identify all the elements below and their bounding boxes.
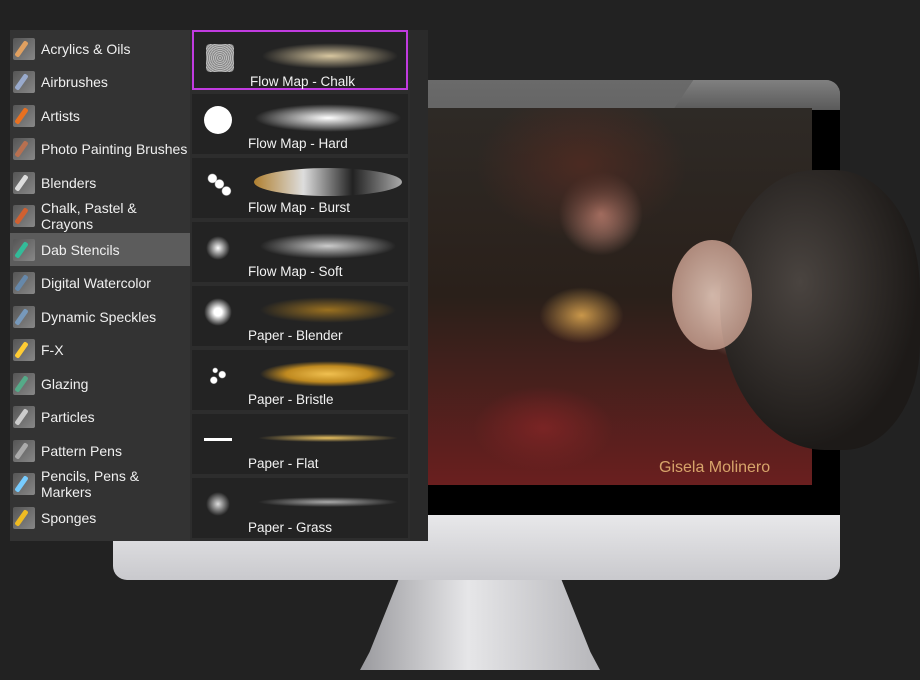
artwork-face bbox=[672, 240, 752, 350]
brush-variant-card[interactable]: Flow Map - Soft bbox=[192, 222, 408, 282]
brush-variant-card[interactable]: Paper - Blender bbox=[192, 286, 408, 346]
dab-stencil-icon bbox=[13, 238, 35, 261]
brush-variant-card[interactable]: Flow Map - Hard bbox=[192, 94, 408, 154]
category-item[interactable]: Digital Watercolor bbox=[10, 267, 190, 300]
dab-preview-icon bbox=[204, 490, 232, 518]
category-item[interactable]: Photo Painting Brushes bbox=[10, 133, 190, 166]
dab-preview-icon bbox=[204, 362, 232, 390]
category-label: Acrylics & Oils bbox=[41, 40, 131, 57]
category-label: Dynamic Speckles bbox=[41, 308, 157, 325]
category-item[interactable]: Chalk, Pastel & Crayons bbox=[10, 200, 190, 233]
category-item[interactable]: Pattern Pens bbox=[10, 434, 190, 467]
brush-variant-label: Flow Map - Chalk bbox=[250, 74, 356, 89]
watercolor-icon bbox=[13, 272, 35, 294]
sponge-icon bbox=[13, 506, 35, 529]
category-item[interactable]: Artists bbox=[10, 99, 190, 132]
category-item[interactable]: Dab Stencils bbox=[10, 233, 190, 266]
glazing-icon bbox=[13, 372, 35, 395]
chalk-icon bbox=[13, 205, 35, 227]
particles-icon bbox=[13, 406, 35, 428]
brush-variant-label: Paper - Grass bbox=[248, 520, 333, 535]
dab-preview-icon bbox=[204, 234, 232, 262]
category-label: Airbrushes bbox=[41, 74, 108, 90]
speckles-icon bbox=[13, 305, 35, 328]
stroke-preview bbox=[254, 168, 402, 196]
category-item[interactable]: Airbrushes bbox=[10, 66, 190, 99]
category-label: Digital Watercolor bbox=[41, 275, 151, 291]
artwork-signature: Gisela Molinero bbox=[659, 459, 771, 476]
category-label: Pattern Pens bbox=[41, 442, 122, 459]
category-item[interactable]: Acrylics & Oils bbox=[10, 32, 190, 65]
screen-reflection bbox=[673, 80, 840, 110]
acrylics-brush-icon bbox=[13, 37, 35, 60]
stroke-preview bbox=[254, 296, 402, 324]
dab-preview-icon bbox=[204, 106, 232, 134]
category-label: Artists bbox=[41, 107, 80, 124]
blender-icon bbox=[13, 171, 35, 194]
category-item[interactable]: F-X bbox=[10, 334, 190, 367]
brush-variant-card[interactable]: Paper - Flat bbox=[192, 414, 408, 474]
brush-variant-card[interactable]: Paper - Bristle bbox=[192, 350, 408, 410]
stroke-preview bbox=[254, 232, 402, 260]
brush-variant-card[interactable]: Paper - Grass bbox=[192, 478, 408, 538]
category-label: Chalk, Pastel & Crayons bbox=[41, 200, 137, 232]
dab-preview-icon bbox=[204, 298, 232, 326]
brush-variant-label: Flow Map - Hard bbox=[248, 136, 348, 151]
brush-category-list: Acrylics & Oils Airbrushes Artists Photo Pa… bbox=[10, 30, 190, 541]
dab-preview-icon bbox=[204, 426, 232, 454]
brush-library-panel: Acrylics & Oils Airbrushes Artists Photo Pa… bbox=[10, 30, 428, 541]
monitor-stand bbox=[360, 580, 600, 670]
dab-preview-icon bbox=[206, 44, 234, 72]
photo-painting-icon bbox=[13, 138, 35, 160]
stroke-preview bbox=[254, 104, 402, 132]
category-item[interactable]: Particles bbox=[10, 401, 190, 434]
brush-variant-label: Flow Map - Burst bbox=[248, 200, 351, 215]
brush-variant-card[interactable]: Flow Map - Burst bbox=[192, 158, 408, 218]
category-item[interactable]: Pencils, Pens & Markers bbox=[10, 468, 190, 501]
stroke-preview bbox=[254, 360, 402, 388]
category-item[interactable]: Sponges bbox=[10, 501, 190, 534]
stroke-preview bbox=[254, 488, 402, 516]
category-label: Glazing bbox=[41, 375, 89, 392]
airbrush-icon bbox=[13, 71, 35, 93]
brush-variant-label: Paper - Bristle bbox=[248, 392, 334, 407]
category-item[interactable]: Blenders bbox=[10, 166, 190, 199]
dab-preview-icon bbox=[204, 170, 232, 198]
category-item[interactable]: Dynamic Speckles bbox=[10, 300, 190, 333]
category-label: Pencils, Pens & Markers bbox=[41, 468, 140, 500]
pattern-pen-icon bbox=[13, 439, 35, 462]
stroke-preview bbox=[256, 42, 404, 70]
pencil-icon bbox=[13, 473, 35, 495]
fx-star-icon bbox=[13, 339, 35, 361]
brush-variant-label: Paper - Flat bbox=[248, 456, 319, 471]
brush-variant-label: Flow Map - Soft bbox=[248, 264, 343, 279]
brush-variant-label: Paper - Blender bbox=[248, 328, 343, 343]
category-label: Dab Stencils bbox=[41, 241, 120, 258]
category-label: Particles bbox=[41, 409, 95, 425]
category-label: Sponges bbox=[41, 509, 97, 526]
category-label: Photo Painting Brushes bbox=[41, 141, 188, 157]
scrollbar[interactable] bbox=[410, 30, 428, 541]
category-item[interactable]: Glazing bbox=[10, 367, 190, 400]
stroke-preview bbox=[254, 424, 402, 452]
category-label: Blenders bbox=[41, 174, 97, 191]
category-label: F-X bbox=[41, 342, 64, 358]
brush-variant-card[interactable]: Flow Map - Chalk bbox=[192, 30, 408, 90]
artists-brush-icon bbox=[13, 104, 35, 127]
